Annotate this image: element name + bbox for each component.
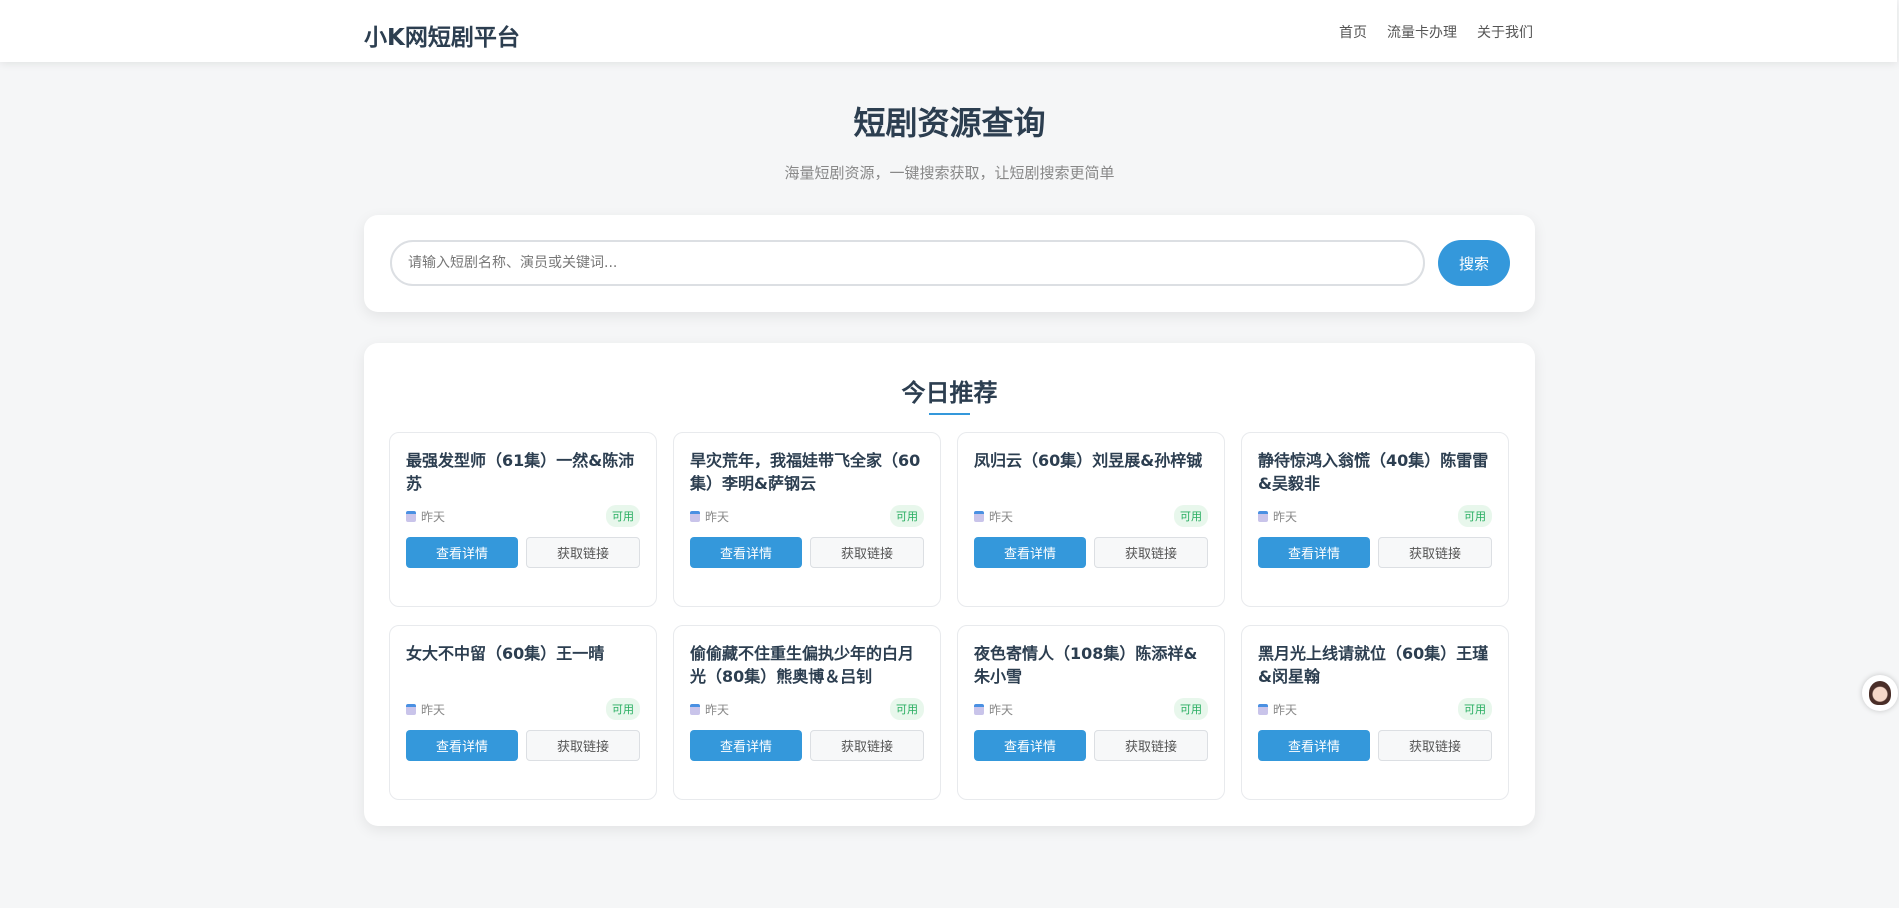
section-title: 今日推荐 xyxy=(364,373,1535,408)
title-underline xyxy=(929,413,970,415)
get-link-button[interactable]: 获取链接 xyxy=(1094,730,1208,761)
view-detail-button[interactable]: 查看详情 xyxy=(974,537,1086,568)
get-link-button[interactable]: 获取链接 xyxy=(810,730,924,761)
drama-meta: 昨天 可用 xyxy=(406,698,640,720)
drama-date: 昨天 xyxy=(1273,701,1297,718)
search-card: 搜索 xyxy=(364,215,1535,312)
get-link-button[interactable]: 获取链接 xyxy=(526,730,640,761)
get-link-button[interactable]: 获取链接 xyxy=(526,537,640,568)
drama-grid: 最强发型师（61集）一然&陈沛苏 昨天 可用 查看详情获取链接旱灾荒年，我福娃带… xyxy=(389,432,1509,800)
nav-home[interactable]: 首页 xyxy=(1339,22,1367,42)
drama-meta: 昨天 可用 xyxy=(690,505,924,527)
calendar-icon xyxy=(406,511,416,522)
drama-meta: 昨天 可用 xyxy=(974,505,1208,527)
drama-date: 昨天 xyxy=(989,508,1013,525)
view-detail-button[interactable]: 查看详情 xyxy=(406,730,518,761)
drama-title: 最强发型师（61集）一然&陈沛苏 xyxy=(406,449,640,495)
drama-card: 黑月光上线请就位（60集）王瑾&闵星翰 昨天 可用 查看详情获取链接 xyxy=(1241,625,1509,800)
search-input[interactable] xyxy=(390,240,1425,286)
view-detail-button[interactable]: 查看详情 xyxy=(690,730,802,761)
drama-meta: 昨天 可用 xyxy=(974,698,1208,720)
nav-about[interactable]: 关于我们 xyxy=(1477,22,1533,42)
drama-title: 凤归云（60集）刘昱展&孙梓铖 xyxy=(974,449,1208,495)
page-title: 短剧资源查询 xyxy=(0,98,1899,144)
calendar-icon xyxy=(974,704,984,715)
drama-date: 昨天 xyxy=(421,701,445,718)
drama-date: 昨天 xyxy=(421,508,445,525)
view-detail-button[interactable]: 查看详情 xyxy=(1258,537,1370,568)
drama-title: 静待惊鸿入翁慌（40集）陈雷雷&吴毅非 xyxy=(1258,449,1492,495)
status-badge: 可用 xyxy=(1174,505,1208,527)
drama-meta: 昨天 可用 xyxy=(690,698,924,720)
status-badge: 可用 xyxy=(606,505,640,527)
drama-title: 黑月光上线请就位（60集）王瑾&闵星翰 xyxy=(1258,642,1492,688)
status-badge: 可用 xyxy=(1174,698,1208,720)
drama-date: 昨天 xyxy=(989,701,1013,718)
calendar-icon xyxy=(1258,704,1268,715)
avatar-face-icon xyxy=(1869,681,1891,705)
drama-card: 凤归云（60集）刘昱展&孙梓铖 昨天 可用 查看详情获取链接 xyxy=(957,432,1225,607)
calendar-icon xyxy=(406,704,416,715)
calendar-icon xyxy=(1258,511,1268,522)
get-link-button[interactable]: 获取链接 xyxy=(1378,537,1492,568)
drama-card: 最强发型师（61集）一然&陈沛苏 昨天 可用 查看详情获取链接 xyxy=(389,432,657,607)
calendar-icon xyxy=(974,511,984,522)
drama-meta: 昨天 可用 xyxy=(406,505,640,527)
assistant-avatar[interactable] xyxy=(1862,675,1898,711)
status-badge: 可用 xyxy=(890,698,924,720)
calendar-icon xyxy=(690,704,700,715)
status-badge: 可用 xyxy=(1458,698,1492,720)
drama-card: 夜色寄情人（108集）陈添祥&朱小雪 昨天 可用 查看详情获取链接 xyxy=(957,625,1225,800)
page-subtitle: 海量短剧资源，一键搜索获取，让短剧搜索更简单 xyxy=(0,162,1899,183)
drama-title: 旱灾荒年，我福娃带飞全家（60集）李明&萨钢云 xyxy=(690,449,924,495)
drama-date: 昨天 xyxy=(1273,508,1297,525)
view-detail-button[interactable]: 查看详情 xyxy=(974,730,1086,761)
view-detail-button[interactable]: 查看详情 xyxy=(406,537,518,568)
drama-date: 昨天 xyxy=(705,701,729,718)
drama-title: 夜色寄情人（108集）陈添祥&朱小雪 xyxy=(974,642,1208,688)
status-badge: 可用 xyxy=(890,505,924,527)
nav: 首页 流量卡办理 关于我们 xyxy=(1339,22,1533,42)
drama-card: 静待惊鸿入翁慌（40集）陈雷雷&吴毅非 昨天 可用 查看详情获取链接 xyxy=(1241,432,1509,607)
get-link-button[interactable]: 获取链接 xyxy=(810,537,924,568)
calendar-icon xyxy=(690,511,700,522)
get-link-button[interactable]: 获取链接 xyxy=(1094,537,1208,568)
drama-card: 偷偷藏不住重生偏执少年的白月光（80集）熊奥博＆吕钊 昨天 可用 查看详情获取链… xyxy=(673,625,941,800)
drama-meta: 昨天 可用 xyxy=(1258,698,1492,720)
drama-date: 昨天 xyxy=(705,508,729,525)
site-logo[interactable]: 小K网短剧平台 xyxy=(364,18,520,52)
status-badge: 可用 xyxy=(1458,505,1492,527)
view-detail-button[interactable]: 查看详情 xyxy=(1258,730,1370,761)
view-detail-button[interactable]: 查看详情 xyxy=(690,537,802,568)
recommend-section: 今日推荐 最强发型师（61集）一然&陈沛苏 昨天 可用 查看详情获取链接旱灾荒年… xyxy=(364,343,1535,826)
drama-card: 旱灾荒年，我福娃带飞全家（60集）李明&萨钢云 昨天 可用 查看详情获取链接 xyxy=(673,432,941,607)
status-badge: 可用 xyxy=(606,698,640,720)
search-button[interactable]: 搜索 xyxy=(1438,240,1510,286)
drama-card: 女大不中留（60集）王一晴 昨天 可用 查看详情获取链接 xyxy=(389,625,657,800)
drama-title: 偷偷藏不住重生偏执少年的白月光（80集）熊奥博＆吕钊 xyxy=(690,642,924,688)
nav-data-card[interactable]: 流量卡办理 xyxy=(1387,22,1457,42)
header: 小K网短剧平台 首页 流量卡办理 关于我们 xyxy=(0,0,1897,62)
drama-title: 女大不中留（60集）王一晴 xyxy=(406,642,640,688)
drama-meta: 昨天 可用 xyxy=(1258,505,1492,527)
get-link-button[interactable]: 获取链接 xyxy=(1378,730,1492,761)
